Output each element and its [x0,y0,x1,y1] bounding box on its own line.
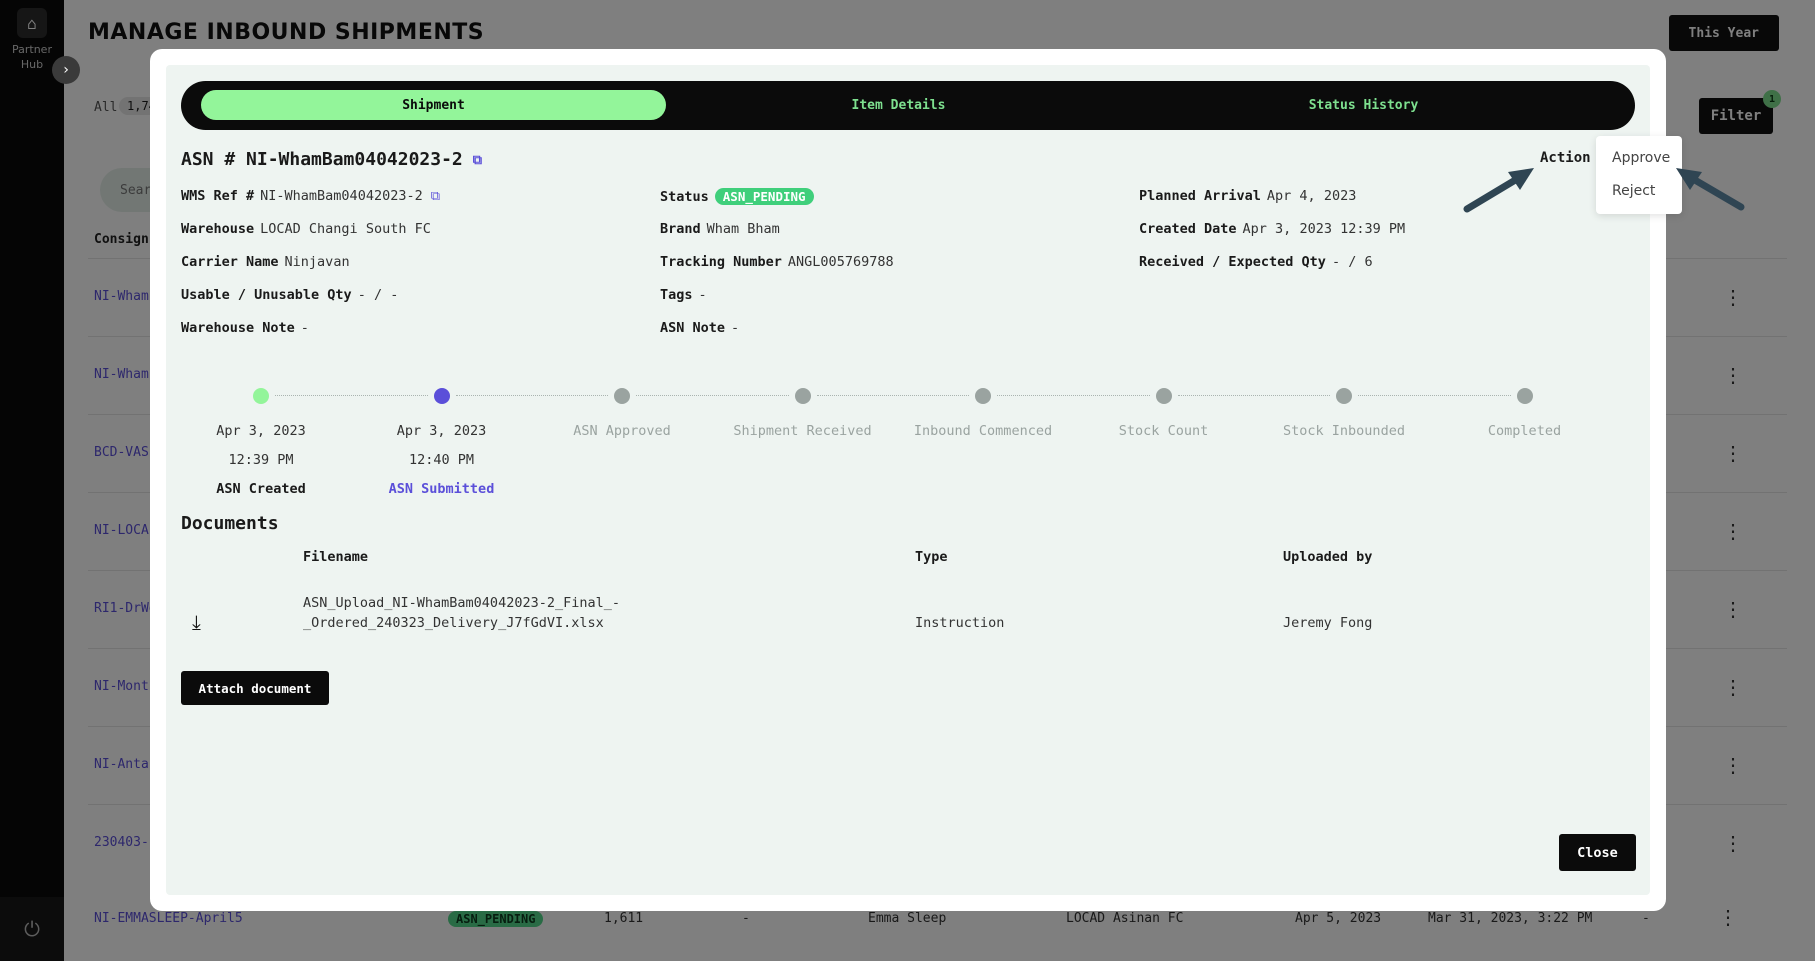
modal-tabs: Shipment Item Details Status History [181,81,1635,130]
field-usable-unusable-qty: Usable / Unusable Qty - / - [181,287,399,303]
document-uploaded-by: Jeremy Fong [1283,615,1373,631]
tab-item-details[interactable]: Item Details [666,90,1131,120]
field-wms-ref: WMS Ref # NI-WhamBam04042023-2 ⧉ [181,188,445,204]
document-filename: ASN_Upload_NI-WhamBam04042023-2_Final_- … [303,595,620,631]
timeline-step-dot [614,388,630,404]
download-icon[interactable]: ⤓ [192,610,201,634]
timeline-connector [636,395,789,396]
timeline-step-dot [794,388,811,404]
tab-status-history[interactable]: Status History [1131,90,1596,120]
timeline-step-dot [433,388,450,404]
column-header-uploaded-by: Uploaded by [1283,549,1373,565]
timeline-connector [997,395,1150,396]
timeline-step-label: Shipment Received [733,423,872,439]
documents-title: Documents [181,513,279,534]
timeline-step-label: Stock Inbounded [1283,423,1405,439]
field-received-expected-qty: Received / Expected Qty - / 6 [1139,254,1373,270]
asn-title: ASN # NI-WhamBam04042023-2 ⧉ [181,149,487,170]
status-badge: ASN_PENDING [714,188,814,205]
timeline-step-dot [253,388,269,404]
approve-menu-item[interactable]: Approve [1612,150,1670,166]
timeline-step-label: Inbound Commenced [913,423,1053,439]
field-warehouse: Warehouse LOCAD Changi South FC [181,221,431,237]
copy-icon[interactable]: ⧉ [473,153,487,168]
column-header-filename: Filename [303,549,369,565]
timeline-connector [1177,395,1330,396]
timeline-connector [1358,395,1511,396]
field-warehouse-note: Warehouse Note - [181,320,309,336]
timeline-step-label: Apr 3, 2023 12:40 PM ASN Submitted [388,423,495,497]
timeline-step-dot [1516,388,1533,404]
field-carrier-name: Carrier Name Ninjavan [181,254,350,270]
timeline-step-dot [1155,388,1172,404]
timeline-connector [275,395,428,396]
modal-content: Shipment Item Details Status History ASN… [166,65,1650,895]
reject-menu-item[interactable]: Reject [1612,183,1655,199]
timeline-step-dot [1336,388,1352,404]
field-status: Status ASN_PENDING [660,188,814,205]
timeline-step-label: Apr 3, 2023 12:39 PM ASN Created [216,423,306,497]
field-planned-arrival: Planned Arrival Apr 4, 2023 [1139,188,1357,204]
close-button[interactable]: Close [1559,834,1636,871]
field-asn-note: ASN Note - [660,320,740,336]
field-tracking-number: Tracking Number ANGL005769788 [660,254,894,270]
document-type: Instruction [915,615,1005,631]
timeline-step-label: Stock Count [1118,423,1209,439]
timeline-step-label: Completed [1487,423,1562,439]
timeline-step-label: ASN Approved [573,423,671,439]
shipment-detail-modal: Shipment Item Details Status History ASN… [150,49,1666,911]
action-menu-trigger[interactable]: Action [1540,150,1591,166]
timeline-step-dot [975,388,991,404]
field-brand: Brand Wham Bham [660,221,780,237]
timeline-connector [816,395,969,396]
copy-icon[interactable]: ⧉ [431,189,445,204]
tab-shipment[interactable]: Shipment [201,90,666,120]
sidebar-expand-chevron-icon[interactable]: › [52,56,80,84]
action-dropdown-menu: Approve Reject [1596,136,1682,214]
attach-document-button[interactable]: Attach document [181,671,329,705]
field-tags: Tags - [660,287,707,303]
timeline-connector [455,395,608,396]
field-created-date: Created Date Apr 3, 2023 12:39 PM [1139,221,1406,237]
column-header-type: Type [915,549,948,565]
